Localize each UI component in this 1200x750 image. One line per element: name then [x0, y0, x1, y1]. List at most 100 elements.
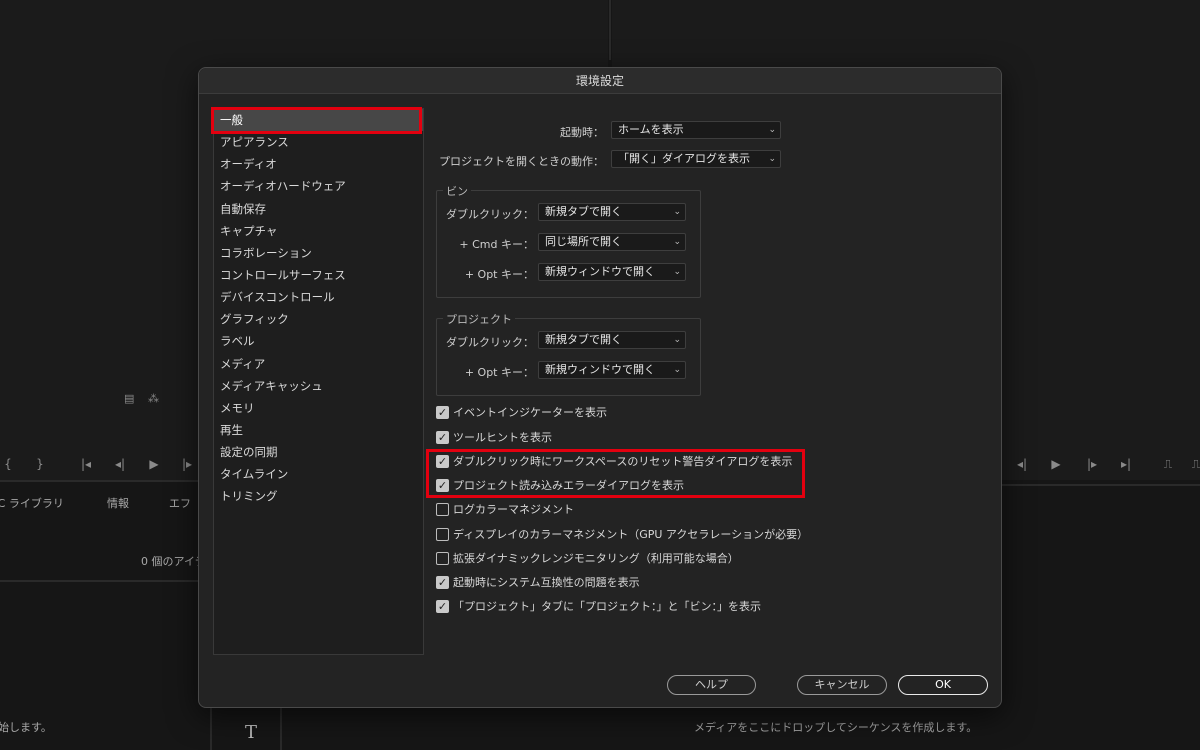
open-project-select[interactable]: 「開く」ダイアログを表示 ⌄: [611, 150, 781, 168]
checkbox-row[interactable]: 起動時にシステム互換性の問題を表示: [436, 574, 640, 590]
category-item[interactable]: 設定の同期: [214, 441, 423, 463]
extract-icon[interactable]: ⎍: [1184, 456, 1200, 472]
lift-icon[interactable]: ⎍: [1156, 456, 1180, 472]
checkbox-icon[interactable]: [436, 502, 449, 516]
checkbox-row[interactable]: プロジェクト読み込みエラーダイアログを表示: [436, 477, 684, 493]
checkbox-label: 拡張ダイナミックレンジモニタリング（利用可能な場合）: [453, 552, 739, 565]
bin-double-click-label: ダブルクリック：: [446, 208, 534, 221]
category-item[interactable]: オーディオ: [214, 153, 423, 175]
startup-select[interactable]: ホームを表示 ⌄: [611, 121, 781, 139]
checkbox-label: プロジェクト読み込みエラーダイアログを表示: [453, 479, 684, 492]
bin-group-legend: ビン: [443, 183, 471, 199]
checkbox-label: ディスプレイのカラーマネジメント（GPU アクセラレーションが必要）: [453, 528, 809, 541]
checkbox-icon[interactable]: [436, 478, 449, 492]
help-button[interactable]: ヘルプ: [667, 675, 756, 695]
startup-label: 起動時：: [560, 126, 604, 139]
checkbox-label: イベントインジケーターを表示: [453, 406, 607, 419]
bin-opt-select[interactable]: 新規ウィンドウで開く ⌄: [538, 263, 686, 281]
chevron-down-icon: ⌄: [673, 365, 681, 375]
checkbox-icon[interactable]: [436, 575, 449, 589]
category-item[interactable]: トリミング: [214, 485, 423, 507]
startup-select-value: ホームを表示: [618, 123, 684, 136]
category-list: 一般 アピアランス オーディオ オーディオハードウェア 自動保存 キャプチャ コラボレーショ…: [213, 108, 424, 655]
bin-opt-value: 新規ウィンドウで開く: [545, 265, 655, 278]
checkbox-row[interactable]: ログカラーマネジメント: [436, 501, 574, 517]
play-icon[interactable]: ▶: [1044, 456, 1068, 472]
panel-tab-effects[interactable]: エフ: [169, 495, 191, 511]
chevron-down-icon: ⌄: [768, 154, 776, 164]
checkbox-row[interactable]: ダブルクリック時にワークスペースのリセット警告ダイアログを表示: [436, 453, 792, 469]
checkbox-row[interactable]: 「プロジェクト」タブに「プロジェクト：」と「ビン：」を表示: [436, 598, 761, 614]
checkbox-icon[interactable]: [436, 430, 449, 444]
checkbox-label: 「プロジェクト」タブに「プロジェクト：」と「ビン：」を表示: [453, 600, 761, 613]
project-double-click-label: ダブルクリック：: [446, 336, 534, 349]
category-item[interactable]: メモリ: [214, 397, 423, 419]
panel-divider: [210, 708, 212, 750]
chevron-down-icon: ⌄: [673, 335, 681, 345]
bin-cmd-label: + Cmd キー：: [459, 238, 534, 251]
item-count: 0 個のアイテ: [141, 555, 206, 568]
open-project-select-value: 「開く」ダイアログを表示: [618, 152, 750, 165]
category-item[interactable]: アピアランス: [214, 131, 423, 153]
category-item[interactable]: 一般: [214, 109, 423, 132]
panel-tab-info[interactable]: 情報: [107, 495, 129, 511]
project-double-click-select[interactable]: 新規タブで開く ⌄: [538, 331, 686, 349]
checkbox-icon[interactable]: [436, 454, 449, 468]
left-hint-text: 始します。: [0, 721, 52, 734]
bin-cmd-value: 同じ場所で開く: [545, 235, 622, 248]
category-item[interactable]: デバイスコントロール: [214, 286, 423, 308]
checkbox-row[interactable]: ディスプレイのカラーマネジメント（GPU アクセラレーションが必要）: [436, 526, 808, 542]
category-item[interactable]: タイムライン: [214, 463, 423, 485]
checkbox-row[interactable]: イベントインジケーターを表示: [436, 404, 607, 420]
checkbox-icon[interactable]: [436, 599, 449, 613]
category-item[interactable]: グラフィック: [214, 308, 423, 330]
step-forward-icon[interactable]: |▸: [1080, 456, 1104, 472]
ok-button[interactable]: OK: [898, 675, 988, 695]
panel-tab-library[interactable]: CC ライブラリ: [0, 495, 64, 511]
category-item[interactable]: コラボレーション: [214, 242, 423, 264]
mark-in-icon[interactable]: {: [0, 456, 20, 472]
chevron-down-icon: ⌄: [768, 125, 776, 135]
bin-double-click-value: 新規タブで開く: [545, 205, 622, 218]
type-tool-icon[interactable]: T: [245, 722, 257, 743]
chevron-down-icon: ⌄: [673, 267, 681, 277]
category-item[interactable]: メディア: [214, 353, 423, 375]
checkbox-icon[interactable]: [436, 551, 449, 565]
play-icon[interactable]: ▶: [142, 456, 166, 472]
waveform-icon[interactable]: ⁂: [148, 392, 159, 405]
category-item[interactable]: オーディオハードウェア: [214, 175, 423, 197]
step-forward-icon[interactable]: |▸: [176, 456, 198, 472]
bin-double-click-select[interactable]: 新規タブで開く ⌄: [538, 203, 686, 221]
checkbox-row[interactable]: ツールヒントを表示: [436, 429, 552, 445]
checkbox-icon[interactable]: [436, 527, 449, 541]
mark-out-icon[interactable]: }: [28, 456, 52, 472]
category-item[interactable]: キャプチャ: [214, 220, 423, 242]
step-back-icon[interactable]: ◂|: [1010, 456, 1034, 472]
panel-divider: [609, 0, 611, 60]
go-to-in-icon[interactable]: |◂: [74, 456, 98, 472]
bin-cmd-select[interactable]: 同じ場所で開く ⌄: [538, 233, 686, 251]
go-to-out-icon[interactable]: ▸|: [1114, 456, 1138, 472]
category-item[interactable]: ラベル: [214, 330, 423, 352]
category-item[interactable]: 自動保存: [214, 198, 423, 220]
project-group-legend: プロジェクト: [443, 311, 515, 327]
cancel-button[interactable]: キャンセル: [797, 675, 887, 695]
panel-divider: [0, 580, 200, 582]
film-icon[interactable]: ▤: [124, 392, 134, 405]
checkbox-row[interactable]: 拡張ダイナミックレンジモニタリング（利用可能な場合）: [436, 550, 739, 566]
bin-opt-label: + Opt キー：: [464, 268, 534, 281]
category-item[interactable]: メディアキャッシュ: [214, 375, 423, 397]
project-double-click-value: 新規タブで開く: [545, 333, 622, 346]
category-item[interactable]: 再生: [214, 419, 423, 441]
panel-divider: [1002, 484, 1200, 486]
checkbox-label: 起動時にシステム互換性の問題を表示: [453, 576, 640, 589]
checkbox-label: ログカラーマネジメント: [453, 503, 574, 516]
step-back-icon[interactable]: ◂|: [108, 456, 132, 472]
checkbox-icon[interactable]: [436, 405, 449, 419]
category-item[interactable]: コントロールサーフェス: [214, 264, 423, 286]
project-opt-select[interactable]: 新規ウィンドウで開く ⌄: [538, 361, 686, 379]
panel-divider: [0, 480, 200, 482]
chevron-down-icon: ⌄: [673, 207, 681, 217]
dialog-title: 環境設定: [199, 68, 1001, 94]
project-group: プロジェクト: [436, 311, 701, 396]
